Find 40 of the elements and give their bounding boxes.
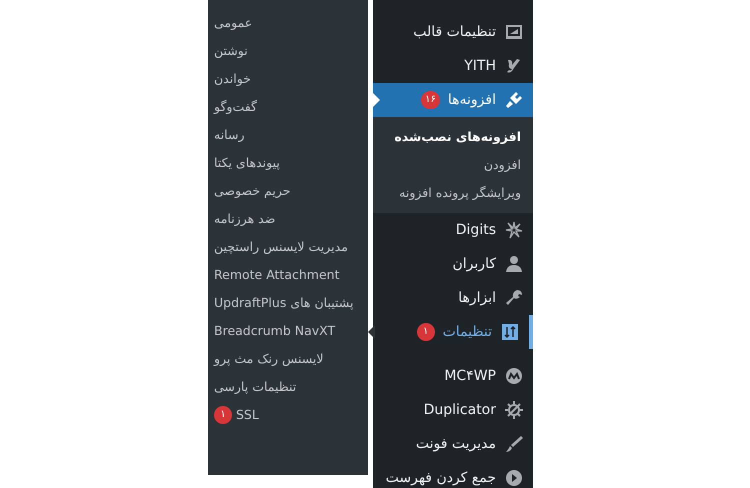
menu-item[interactable]: Duplicator xyxy=(373,393,533,427)
brush-icon xyxy=(504,434,524,454)
gear-icon xyxy=(504,400,524,420)
submenu-link[interactable]: گفت‌وگو xyxy=(214,98,257,116)
submenu-link[interactable]: لایسنس رنک مث پرو xyxy=(214,350,324,368)
submenu-link[interactable]: مدیریت لایسنس راستچین xyxy=(214,238,348,256)
plug-icon xyxy=(504,90,524,110)
submenu-link[interactable]: افزودن xyxy=(373,151,521,179)
menu-item[interactable]: افزونه‌ها ۱۶ xyxy=(373,83,533,117)
submenu-link[interactable]: پشتیبان های UpdraftPlus xyxy=(214,294,354,312)
submenu-link[interactable]: SSL xyxy=(236,406,259,424)
submenu-link[interactable]: حریم خصوصی xyxy=(214,182,290,200)
submenu-link[interactable]: Breadcrumb NavXT xyxy=(214,322,336,340)
menu-item[interactable]: جمع کردن فهرست xyxy=(373,461,533,488)
current-pointer xyxy=(373,93,380,107)
submenu-link[interactable]: افزونه‌های نصب‌شده xyxy=(373,123,521,151)
menu-item[interactable]: تنظیمات قالب xyxy=(373,15,533,49)
submenu-link[interactable]: نوشتن xyxy=(214,42,248,60)
menu-item[interactable]: مدیریت فونت xyxy=(373,427,533,461)
submenu-link[interactable]: پیوندهای یکتا xyxy=(214,154,280,172)
submenu-link[interactable]: رسانه xyxy=(214,126,244,144)
sliders-icon xyxy=(500,322,520,342)
submenu-link[interactable]: خواندن xyxy=(214,70,251,88)
count-badge: ۱۶ xyxy=(421,91,440,109)
count-badge: ۱ xyxy=(214,406,232,424)
menu-item[interactable]: YITH xyxy=(373,49,533,83)
user-icon xyxy=(504,254,524,274)
submenu-link[interactable]: تنظیمات پارسی xyxy=(214,378,296,396)
asterisk-icon xyxy=(504,220,524,240)
menu-item[interactable]: کاربران xyxy=(373,247,533,281)
submenu-link[interactable]: عمومی xyxy=(214,14,252,32)
menu-item[interactable]: MC۴WP xyxy=(373,359,533,393)
menu-item[interactable]: تنظیمات ۱ xyxy=(373,315,533,349)
menu-item[interactable]: ابزارها xyxy=(373,281,533,315)
screen-icon xyxy=(504,22,524,42)
menu-item[interactable]: Digits xyxy=(373,213,533,247)
submenu-link[interactable]: ضد هرزنامه xyxy=(214,210,276,228)
submenu-link[interactable]: ویرایشگر پرونده افزونه xyxy=(373,179,521,207)
submenu-link[interactable]: Remote Attachment xyxy=(214,266,340,284)
count-badge: ۱ xyxy=(416,323,435,341)
